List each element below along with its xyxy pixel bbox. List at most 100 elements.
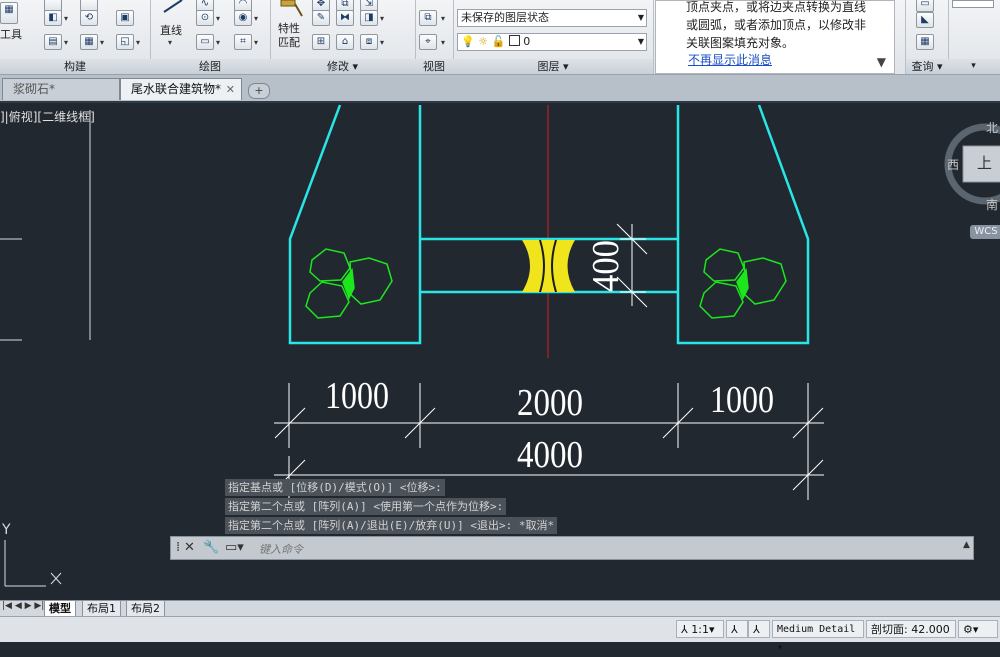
command-input[interactable] [257,540,801,558]
detail-level-select[interactable]: Medium Detail ▾ [772,620,864,653]
panel-view: ⧉ ▾ ⌖ ▾ 视图 [415,0,454,74]
panel-label-modify[interactable]: 修改 ▾ [270,59,415,74]
tab-model[interactable]: 模型 [44,601,76,617]
dim-text-1: 1000 [325,375,389,417]
panel-inquiry: ▭ ◣ ▦ 查询 ▾ [905,0,949,74]
mirror-icon[interactable]: ⧓ [336,10,354,26]
dim-vertical-text: 400 [585,240,627,292]
panel-build: ▦ 工具 ⌒ ⌒ ◧ ▾ ⟲ ▣ ▤ ▾ ▦ ▾ ◱ ▾ 构建 [0,0,151,74]
status-bar: ⅄ 1:1▾ ⅄ ⅄ Medium Detail ▾ 剖切面: 42.000 ⚙… [0,616,1000,653]
tab-doc-1-label: 浆砌石* [13,82,56,96]
tab-doc-2-label: 尾水联合建筑物* [131,82,222,96]
left-pier-outline[interactable] [288,104,422,345]
detail-level-value: Medium Detail [777,624,856,635]
panel-label-build[interactable]: 构建 [0,59,150,74]
tools-icon[interactable]: ▦ [0,2,18,24]
wcs-menu[interactable]: WCS [970,225,1000,239]
tab-close-icon[interactable]: ✕ [226,79,235,100]
table-icon[interactable]: ▦ [80,34,98,50]
wrench-icon[interactable]: 🔧 [203,540,219,555]
viewcube-west[interactable]: 西 [947,156,959,173]
offset-icon[interactable]: ⌂ [336,34,354,50]
layer-state-select[interactable]: 未保存的图层状态 ▼ [457,9,647,27]
annotation-scale-icon: ⅄ [681,623,688,636]
brush-icon[interactable]: ✎ [312,10,330,26]
extra-tool-icon[interactable] [952,0,994,8]
line-label[interactable]: 直线 [160,22,182,38]
line-icon[interactable] [162,0,184,14]
tab-nav-arrows-icon[interactable]: |◀ ◀ ▶ ▶| [2,601,44,611]
rotate-icon[interactable]: ⟲ [80,10,98,26]
sun-icon: ☼ [478,35,489,48]
grip-icon[interactable]: ⁞ [176,540,180,555]
color-swatch-icon [508,35,520,46]
command-history-line-1: 指定基点或 [位移(D)/模式(O)] <位移>: [225,479,445,496]
annotation-visibility-icon[interactable]: ⅄ [726,620,748,638]
section-plane-value: 42.000 [911,623,950,636]
document-tabs: 浆砌石* 尾水联合建筑物* ✕ + [0,75,1000,103]
match-properties-icon[interactable] [278,0,304,18]
dont-show-again-link[interactable]: 不再显示此消息 [688,51,772,68]
panel-extra-expand-icon[interactable]: ▾ [947,59,1000,74]
circle-icon[interactable]: ⊙ [196,10,214,26]
view-icon[interactable]: ⧉ [419,10,437,26]
viewcube[interactable]: 北 南 西 上 [944,119,1000,213]
lock-icon: 🔓 [491,35,506,48]
calculator-icon[interactable]: ▦ [916,34,934,50]
measure-icon[interactable]: ▭ [916,0,934,12]
rectangle-icon[interactable]: ▭ [196,34,214,50]
frame-icon[interactable]: ▣ [116,10,134,26]
auto-scale-icon[interactable]: ⅄ [748,620,770,638]
match-properties-label[interactable]: 特性 匹配 [278,22,300,50]
panel-label-view[interactable]: 视图 [415,59,453,74]
command-history-toggle-icon[interactable]: ▲ [963,540,970,550]
region-icon[interactable]: ⌗ [234,34,252,50]
command-prompt-icon[interactable]: ▭▾ [225,540,244,555]
tab-layout2[interactable]: 布局2 [126,601,165,617]
panel-label-layers[interactable]: 图层 ▾ [453,59,653,74]
viewcube-north[interactable]: 北 [986,119,998,136]
layer-select[interactable]: 💡 ☼ 🔓 0 ▼ [457,33,647,51]
panel-draw: 直线 ▾ ∿ ◠ ⊙ ▾ ◉ ▾ ▭ ▾ ⌗ ▾ 绘图 [150,0,271,74]
command-bar: ⁞ ✕ 🔧 ▭▾ ▲ [170,536,974,560]
group-icon[interactable]: ⧈ [360,34,378,50]
panel-extra: ▾ [947,0,1000,74]
tab-doc-2[interactable]: 尾水联合建筑物* ✕ [120,78,242,100]
new-tab-plus-icon[interactable]: + [248,83,270,99]
stone-fill-right[interactable] [699,248,787,319]
array-icon[interactable]: ⊞ [312,34,330,50]
annotation-scale[interactable]: ⅄ 1:1▾ [676,620,724,638]
area-icon[interactable]: ◣ [916,12,934,28]
scale-icon[interactable]: ◨ [360,10,378,26]
notification-collapse-icon[interactable]: ▼ [877,55,886,69]
viewcube-south[interactable]: 南 [986,196,998,213]
zoom-icon[interactable]: ⌖ [419,34,437,50]
dim-text-2: 2000 [517,382,583,424]
tab-layout1[interactable]: 布局1 [82,601,121,617]
door-icon[interactable]: ◧ [44,10,62,26]
viewcube-top-face[interactable]: 上 [977,152,992,173]
viewport-controls-label[interactable]: ]|俯视][二维线框] [0,108,95,125]
ellipse-icon[interactable]: ◉ [234,10,252,26]
ribbon: ▦ 工具 ⌒ ⌒ ◧ ▾ ⟲ ▣ ▤ ▾ ▦ ▾ ◱ ▾ 构建 直线 ▾ ∿ ◠… [0,0,1000,75]
stone-fill-left[interactable] [305,248,393,319]
ucs-icon [4,540,62,587]
workspace-settings-icon[interactable]: ⚙▾ [958,620,998,638]
section-plane[interactable]: 剖切面: 42.000 [866,620,956,638]
panel-modify: 特性 匹配 ✥ ⧉ ⇲ ✎ ⧓ ◨ ▾ ⊞ ⌂ ⧈ ▾ 修改 ▾ [270,0,416,74]
slab-icon[interactable]: ◱ [116,34,134,50]
joint-hatch[interactable] [522,240,575,292]
panel-layers: 未保存的图层状态 ▼ 💡 ☼ 🔓 0 ▼ 图层 ▾ [453,0,654,74]
panel-label-inquiry[interactable]: 查询 ▾ [906,59,948,74]
dim-text-total: 4000 [517,434,583,476]
tools-label[interactable]: 工具 [0,26,22,42]
close-icon[interactable]: ✕ [184,540,195,555]
layout-tabs-bar: |◀ ◀ ▶ ▶| 模型 布局1 布局2 [0,600,1000,617]
panel-label-draw[interactable]: 绘图 [150,59,270,74]
right-pier-outline[interactable] [676,104,810,345]
notification-message: 顶点夹点，或将边夹点转换为直线或圆弧，或者添加顶点，以修改非关联图案填充对象。 [686,0,867,50]
command-history-line-3: 指定第二个点或 [阵列(A)/退出(E)/放弃(U)] <退出>: *取消* [225,517,558,534]
tab-doc-1[interactable]: 浆砌石* [2,78,120,100]
layer-current-value: 0 [523,35,531,48]
grid-icon[interactable]: ▤ [44,34,62,50]
